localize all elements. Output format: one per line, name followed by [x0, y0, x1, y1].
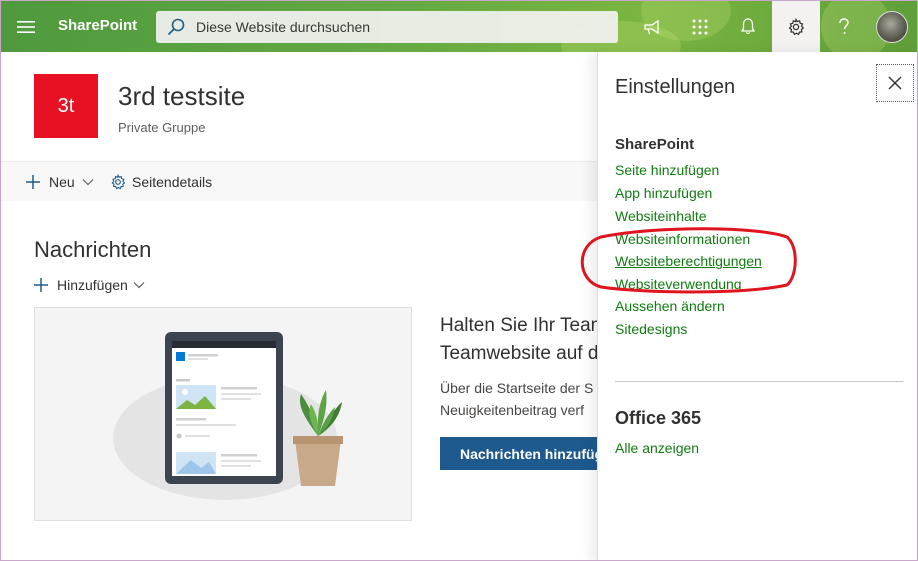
plus-icon — [34, 278, 48, 292]
chevron-down-icon — [133, 282, 145, 289]
search-box[interactable] — [156, 11, 618, 43]
tablet-plant-illustration — [113, 332, 343, 500]
plus-icon — [26, 175, 40, 189]
new-button-label: Neu — [49, 174, 75, 190]
link-change-look[interactable]: Aussehen ändern — [615, 298, 725, 314]
settings-panel: Einstellungen SharePoint Seite hinzufüge… — [597, 52, 917, 560]
news-promo-title: Halten Sie Ihr Team Teamwebsite auf d — [440, 312, 600, 368]
news-promo-title-line1: Halten Sie Ihr Team — [440, 315, 600, 336]
user-menu[interactable] — [868, 1, 916, 52]
news-promo-body-line2: Neuigkeitenbeitrag verf — [440, 402, 584, 418]
link-site-contents[interactable]: Websiteinhalte — [615, 208, 707, 224]
news-illustration — [34, 307, 412, 521]
site-title[interactable]: 3rd testsite — [118, 81, 245, 112]
link-site-usage[interactable]: Websiteverwendung — [615, 276, 742, 292]
site-logo[interactable]: 3t — [34, 74, 98, 138]
gear-icon[interactable] — [772, 1, 820, 52]
link-site-information[interactable]: Websiteinformationen — [615, 231, 750, 247]
waffle-menu-icon[interactable] — [1, 1, 51, 52]
megaphone-icon[interactable] — [628, 1, 676, 52]
news-title: Nachrichten — [34, 237, 152, 262]
news-add-button[interactable]: Hinzufügen — [34, 275, 145, 295]
sharepoint-section-heading: SharePoint — [615, 136, 695, 153]
app-launcher-icon[interactable] — [676, 1, 724, 52]
close-icon — [888, 76, 902, 90]
settings-panel-title: Einstellungen — [615, 76, 736, 98]
command-bar: Neu Seitendetails — [1, 161, 601, 201]
new-button[interactable]: Neu — [25, 162, 94, 202]
close-panel-button[interactable] — [876, 64, 914, 102]
chevron-down-icon — [82, 179, 94, 186]
browser-frame: SharePoint 3t 3rd testsite Private Grupp… — [0, 0, 918, 561]
link-site-designs[interactable]: Sitedesigns — [615, 321, 687, 337]
search-input[interactable] — [196, 19, 596, 35]
news-promo-body: Über die Startseite der S Neuigkeitenbei… — [440, 377, 600, 421]
avatar — [876, 10, 908, 43]
link-add-page[interactable]: Seite hinzufügen — [615, 162, 719, 178]
link-site-permissions[interactable]: Websiteberechtigungen — [615, 253, 762, 269]
suite-bar: SharePoint — [1, 1, 917, 52]
link-view-all[interactable]: Alle anzeigen — [615, 440, 699, 456]
search-icon — [156, 11, 196, 43]
page-details-label: Seitendetails — [132, 174, 213, 190]
office365-section-heading: Office 365 — [615, 408, 702, 428]
site-subtitle: Private Gruppe — [118, 120, 206, 135]
add-news-button[interactable]: Nachrichten hinzufüg — [440, 437, 608, 470]
bell-icon[interactable] — [724, 1, 772, 52]
link-add-app[interactable]: App hinzufügen — [615, 185, 712, 201]
news-promo-body-line1: Über die Startseite der S — [440, 380, 594, 396]
panel-divider — [615, 381, 903, 382]
app-brand-link[interactable]: SharePoint — [58, 17, 137, 34]
news-add-label: Hinzufügen — [57, 277, 128, 293]
news-promo-title-line2: Teamwebsite auf d — [440, 343, 599, 364]
help-icon[interactable] — [820, 1, 868, 52]
gear-icon — [111, 174, 126, 190]
page-details-button[interactable]: Seitendetails — [110, 162, 212, 202]
